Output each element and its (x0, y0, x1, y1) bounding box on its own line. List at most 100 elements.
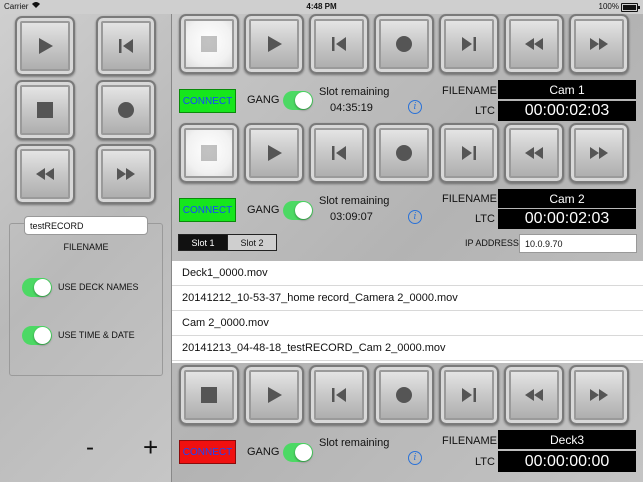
deck3-jump-end-button[interactable] (439, 365, 499, 425)
slot-segmented-control[interactable]: Slot 1 Slot 2 (178, 234, 277, 251)
jump-end-icon (462, 37, 476, 51)
deck3-slot-remaining-label: Slot remaining (319, 437, 390, 449)
battery-percent: 100% (598, 2, 619, 11)
deck1-record-button[interactable] (374, 14, 434, 74)
status-time: 4:48 PM (306, 2, 337, 11)
play-icon (39, 38, 53, 54)
deck2-gang-label: GANG (247, 204, 280, 216)
rewind-icon (525, 389, 543, 401)
rewind-icon (525, 147, 543, 159)
master-stop-button[interactable] (15, 80, 75, 140)
deck3-connect-button[interactable]: CONNECT (179, 440, 236, 464)
use-deck-names-label: USE DECK NAMES (58, 282, 139, 292)
deck3-play-button[interactable] (244, 365, 304, 425)
deck2-fast-forward-button[interactable] (569, 123, 629, 183)
deck2-record-button[interactable] (374, 123, 434, 183)
use-time-date-toggle[interactable] (22, 326, 52, 345)
deck1-fast-forward-button[interactable] (569, 14, 629, 74)
deck2-ltc-display: 00:00:02:03 (498, 209, 636, 229)
list-item[interactable]: Cam 2_0000.mov (172, 311, 643, 336)
deck2-filename-field[interactable]: Cam 2 (498, 189, 636, 208)
deck1-gang-toggle[interactable] (283, 91, 313, 110)
deck2-jump-start-button[interactable] (309, 123, 369, 183)
play-icon (268, 36, 282, 52)
rewind-icon (36, 168, 54, 180)
fast-forward-icon (590, 38, 608, 50)
fast-forward-icon (590, 389, 608, 401)
deck3-filename-field[interactable]: Deck3 (498, 430, 636, 449)
deck2-filename-label: FILENAME (442, 193, 498, 205)
play-icon (268, 387, 282, 403)
jump-start-icon (332, 146, 346, 160)
deck1-rewind-button[interactable] (504, 14, 564, 74)
minus-button[interactable]: - (86, 434, 94, 462)
jump-start-icon (332, 388, 346, 402)
master-fast-forward-button[interactable] (96, 144, 156, 204)
deck3-rewind-button[interactable] (504, 365, 564, 425)
list-item[interactable]: Deck1_0000.mov (172, 261, 643, 286)
play-icon (268, 145, 282, 161)
deck1-gang-label: GANG (247, 94, 280, 106)
deck1-filename-field[interactable]: Cam 1 (498, 80, 636, 99)
deck2-connect-button[interactable]: CONNECT (179, 198, 236, 222)
deck3-fast-forward-button[interactable] (569, 365, 629, 425)
deck1-connect-button[interactable]: CONNECT (179, 89, 236, 113)
deck3-gang-toggle[interactable] (283, 443, 313, 462)
deck2-jump-end-button[interactable] (439, 123, 499, 183)
slot2-segment[interactable]: Slot 2 (227, 235, 276, 250)
info-icon[interactable]: i (408, 451, 422, 465)
rewind-icon (525, 38, 543, 50)
master-jump-start-button[interactable] (96, 16, 156, 76)
use-deck-names-toggle[interactable] (22, 278, 52, 297)
deck1-stop-button[interactable] (179, 14, 239, 74)
deck2-ltc-label: LTC (475, 213, 495, 225)
record-icon (396, 387, 412, 403)
filename-input[interactable]: testRECORD (24, 216, 148, 235)
record-icon (396, 36, 412, 52)
jump-end-icon (462, 388, 476, 402)
use-time-date-label: USE TIME & DATE (58, 330, 135, 340)
deck1-jump-start-button[interactable] (309, 14, 369, 74)
info-icon[interactable]: i (408, 210, 422, 224)
stop-icon (201, 145, 217, 161)
deck3-ltc-display: 00:00:00:00 (498, 451, 636, 472)
deck1-jump-end-button[interactable] (439, 14, 499, 74)
deck1-slot-remaining-value: 04:35:19 (330, 102, 373, 114)
deck2-rewind-button[interactable] (504, 123, 564, 183)
jump-start-icon (332, 37, 346, 51)
master-rewind-button[interactable] (15, 144, 75, 204)
deck2-play-button[interactable] (244, 123, 304, 183)
plus-button[interactable]: + (143, 432, 158, 463)
deck3-jump-start-button[interactable] (309, 365, 369, 425)
master-record-button[interactable] (96, 80, 156, 140)
jump-end-icon (462, 146, 476, 160)
stop-icon (201, 36, 217, 52)
slot1-segment[interactable]: Slot 1 (179, 235, 227, 250)
status-bar: Carrier 4:48 PM 100% (0, 0, 643, 14)
fast-forward-icon (117, 168, 135, 180)
file-list: Deck1_0000.mov 20141212_10-53-37_home re… (172, 261, 643, 363)
info-icon[interactable]: i (408, 100, 422, 114)
deck2-stop-button[interactable] (179, 123, 239, 183)
deck1-play-button[interactable] (244, 14, 304, 74)
list-item[interactable]: 20141213_04-48-18_testRECORD_Cam 2_0000.… (172, 336, 643, 361)
deck3-stop-button[interactable] (179, 365, 239, 425)
stop-icon (37, 102, 53, 118)
battery-icon (621, 3, 640, 12)
stop-icon (201, 387, 217, 403)
record-icon (118, 102, 134, 118)
deck1-slot-remaining-label: Slot remaining (319, 86, 390, 98)
deck3-filename-label: FILENAME (442, 435, 498, 447)
master-play-button[interactable] (15, 16, 75, 76)
deck2-gang-toggle[interactable] (283, 201, 313, 220)
ip-address-label: IP ADDRESS (465, 238, 519, 248)
list-item[interactable]: 20141212_10-53-37_home record_Camera 2_0… (172, 286, 643, 311)
deck2-slot-remaining-value: 03:09:07 (330, 211, 373, 223)
left-panel: testRECORD FILENAME USE DECK NAMES USE T… (0, 14, 172, 482)
deck3-record-button[interactable] (374, 365, 434, 425)
ip-address-input[interactable]: 10.0.9.70 (519, 234, 637, 253)
deck2-slot-remaining-label: Slot remaining (319, 195, 390, 207)
deck3-ltc-label: LTC (475, 456, 495, 468)
deck1-ltc-display: 00:00:02:03 (498, 101, 636, 121)
fast-forward-icon (590, 147, 608, 159)
